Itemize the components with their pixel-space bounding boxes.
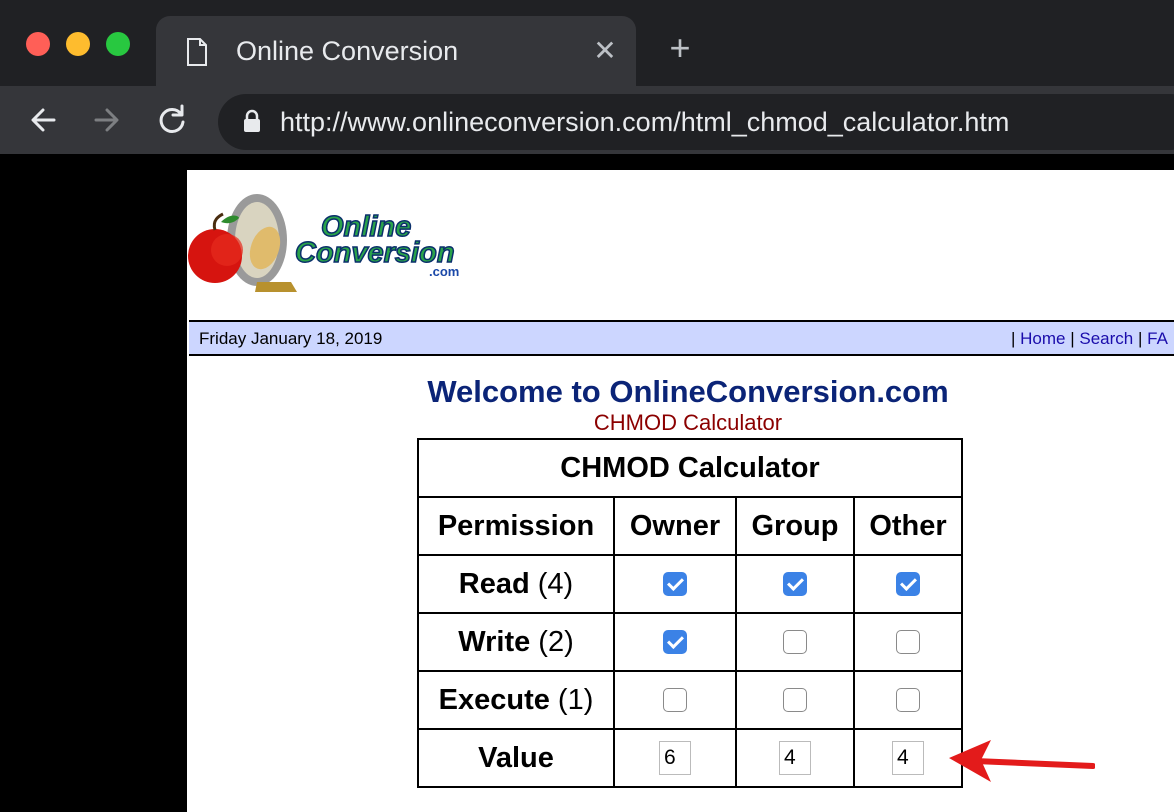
row-label-execute: Execute (1): [417, 670, 615, 730]
close-tab-icon[interactable]: ✕: [590, 34, 620, 68]
column-header-other: Other: [853, 496, 963, 556]
column-header-group: Group: [735, 496, 855, 556]
page-content: Online Conversion .com Friday January 18…: [187, 170, 1174, 812]
minimize-window-button[interactable]: [66, 32, 90, 56]
row-label-read: Read (4): [417, 554, 615, 614]
row-label-write: Write (2): [417, 612, 615, 672]
forward-arrow-icon[interactable]: [88, 100, 128, 140]
write-owner-checkbox[interactable]: [663, 630, 687, 654]
site-nav-links: | Home | Search | FA: [1011, 329, 1168, 349]
home-link[interactable]: Home: [1020, 329, 1065, 348]
row-label-value: Value: [417, 728, 615, 788]
lock-icon: [244, 109, 260, 132]
value-row: Value 6 4 4: [417, 728, 963, 788]
nav-separator: |: [1065, 329, 1080, 348]
browser-toolbar: http://www.onlineconversion.com/html_chm…: [0, 86, 1174, 154]
welcome-heading: Welcome to OnlineConversion.com: [427, 374, 949, 409]
write-other-checkbox[interactable]: [896, 630, 920, 654]
write-group-checkbox[interactable]: [783, 630, 807, 654]
date-navigation-bar: Friday January 18, 2019 | Home | Search …: [189, 320, 1174, 356]
read-owner-checkbox[interactable]: [663, 572, 687, 596]
nav-separator: |: [1011, 329, 1021, 348]
svg-text:.com: .com: [429, 264, 459, 279]
read-other-checkbox[interactable]: [896, 572, 920, 596]
url-text: http://www.onlineconversion.com/html_chm…: [280, 107, 1010, 137]
other-value-field[interactable]: 4: [892, 741, 924, 775]
search-link[interactable]: Search: [1079, 329, 1133, 348]
chmod-calculator-table: CHMOD Calculator Permission Owner Group …: [417, 438, 963, 788]
file-icon: [187, 38, 207, 66]
faq-link[interactable]: FA: [1147, 329, 1168, 348]
browser-tab[interactable]: Online Conversion ✕: [156, 16, 636, 86]
page-subtitle: CHMOD Calculator: [593, 410, 783, 435]
new-tab-button[interactable]: +: [662, 30, 698, 66]
owner-value-field[interactable]: 6: [659, 741, 691, 775]
permission-row-read: Read (4): [417, 554, 963, 614]
browser-titlebar: Online Conversion ✕ +: [0, 0, 1174, 86]
execute-owner-checkbox[interactable]: [663, 688, 687, 712]
reload-icon[interactable]: [152, 100, 192, 140]
column-header-permission: Permission: [417, 496, 615, 556]
close-window-button[interactable]: [26, 32, 50, 56]
permission-row-write: Write (2): [417, 612, 963, 672]
read-group-checkbox[interactable]: [783, 572, 807, 596]
current-date: Friday January 18, 2019: [199, 329, 383, 348]
red-arrow-annotation: [949, 740, 1095, 782]
calculator-caption: CHMOD Calculator: [417, 438, 963, 498]
column-header-owner: Owner: [613, 496, 737, 556]
execute-other-checkbox[interactable]: [896, 688, 920, 712]
maximize-window-button[interactable]: [106, 32, 130, 56]
onlineconversion-logo[interactable]: Online Conversion .com: [187, 190, 477, 292]
tab-title: Online Conversion: [236, 36, 459, 66]
execute-group-checkbox[interactable]: [783, 688, 807, 712]
address-bar[interactable]: http://www.onlineconversion.com/html_chm…: [218, 94, 1174, 150]
back-arrow-icon[interactable]: [24, 100, 64, 140]
nav-separator: |: [1133, 329, 1148, 348]
permission-row-execute: Execute (1): [417, 670, 963, 730]
group-value-field[interactable]: 4: [779, 741, 811, 775]
